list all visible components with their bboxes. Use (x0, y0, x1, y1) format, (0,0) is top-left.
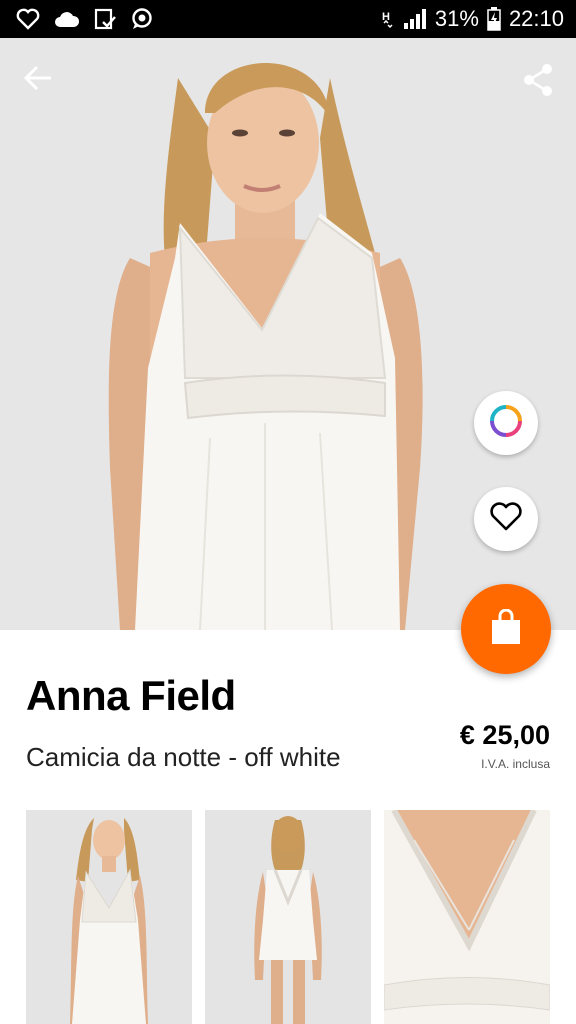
thumbnail-back[interactable] (205, 810, 371, 1024)
battery-charging-icon (487, 7, 501, 31)
cloud-icon (54, 10, 80, 28)
battery-percent: 31% (434, 6, 479, 31)
heart-outline-icon (489, 501, 523, 537)
heart-icon (16, 8, 40, 30)
product-price: € 25,00 (459, 720, 550, 750)
color-ring-icon (489, 404, 523, 443)
wishlist-button[interactable] (474, 487, 538, 551)
back-button[interactable] (20, 62, 56, 98)
clipboard-check-icon (94, 8, 116, 30)
thumbnail-front[interactable] (26, 810, 192, 1024)
share-icon (522, 63, 554, 102)
data-h-icon: H (381, 8, 395, 30)
clock: 22:10 (508, 6, 564, 31)
chat-icon (130, 8, 154, 30)
product-title: Camicia da notte - off white (26, 742, 341, 772)
shopping-bag-icon (489, 608, 523, 650)
add-to-cart-button[interactable] (461, 584, 551, 674)
vat-note: I.V.A. inclusa (481, 757, 550, 771)
arrow-left-icon (23, 65, 53, 96)
share-button[interactable] (518, 62, 558, 102)
thumbnail-detail[interactable] (384, 810, 550, 1024)
color-options-button[interactable] (474, 391, 538, 455)
thumbnail-gallery (26, 810, 550, 1024)
signal-icon (403, 8, 427, 30)
status-bar: H 31% 22:10 (0, 0, 576, 38)
brand-name: Anna Field (26, 672, 236, 719)
